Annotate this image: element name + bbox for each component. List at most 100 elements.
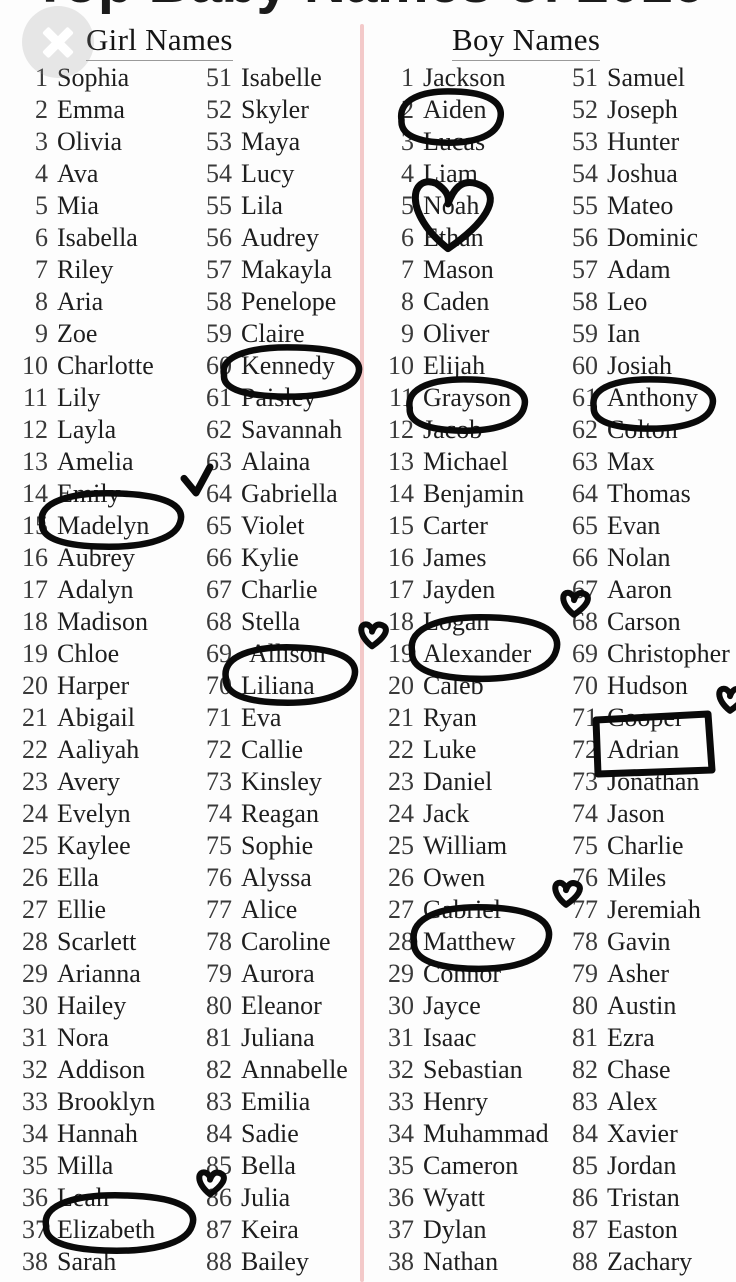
section-header-boy-underline bbox=[452, 60, 601, 61]
name-rank: 3 bbox=[35, 127, 48, 156]
name-row: 14 Emily bbox=[6, 478, 186, 510]
name-row: 11 Grayson bbox=[372, 382, 552, 414]
name-row: 29 Connor bbox=[372, 958, 552, 990]
name-row: 15 Madelyn bbox=[6, 510, 186, 542]
name-row: 71 Cooper bbox=[556, 702, 734, 734]
name-label: Emily bbox=[57, 479, 121, 508]
name-label: Maya bbox=[241, 127, 301, 156]
name-label: Alexander bbox=[423, 639, 532, 668]
name-row: 19 Alexander bbox=[372, 638, 552, 670]
name-label: Eva bbox=[241, 703, 282, 732]
name-row: 8 Aria bbox=[6, 286, 186, 318]
name-label: Caleb bbox=[423, 671, 484, 700]
name-label: Jackson bbox=[423, 63, 506, 92]
name-row: 15 Carter bbox=[372, 510, 552, 542]
name-row: 63 Max bbox=[556, 446, 734, 478]
name-row: 26 Owen bbox=[372, 862, 552, 894]
name-row: 52 Skyler bbox=[190, 94, 360, 126]
name-row: 58 Leo bbox=[556, 286, 734, 318]
name-row: 85 Jordan bbox=[556, 1150, 734, 1182]
name-label: Abigail bbox=[57, 703, 135, 732]
name-rank: 61 bbox=[572, 383, 598, 412]
name-row: 28 Scarlett bbox=[6, 926, 186, 958]
name-label: Lucas bbox=[423, 127, 486, 156]
name-rank: 77 bbox=[206, 895, 232, 924]
name-label: Hailey bbox=[57, 991, 127, 1020]
name-row: 59 Claire bbox=[190, 318, 360, 350]
name-rank: 88 bbox=[206, 1247, 232, 1276]
name-rank: 8 bbox=[35, 287, 48, 316]
name-rank: 29 bbox=[22, 959, 48, 988]
name-row: 88 Bailey bbox=[190, 1246, 360, 1278]
name-label: Liam bbox=[423, 159, 478, 188]
name-row: 25 Kaylee bbox=[6, 830, 186, 862]
name-label: Arianna bbox=[57, 959, 141, 988]
name-rank: 70 bbox=[572, 671, 598, 700]
baby-names-poster: Top Baby Names of 2016 Girl Names Boy Na… bbox=[0, 0, 736, 1282]
name-label: Alaina bbox=[241, 447, 311, 476]
name-row: 86 Tristan bbox=[556, 1182, 734, 1214]
name-row: 52 Joseph bbox=[556, 94, 734, 126]
name-row: 87 Easton bbox=[556, 1214, 734, 1246]
name-row: 55 Mateo bbox=[556, 190, 734, 222]
name-row: 69 Allison bbox=[190, 638, 360, 670]
name-rank: 54 bbox=[206, 159, 232, 188]
name-rank: 76 bbox=[572, 863, 598, 892]
name-rank: 25 bbox=[388, 831, 414, 860]
name-label: Zachary bbox=[607, 1247, 693, 1276]
name-rank: 13 bbox=[22, 447, 48, 476]
name-row: 16 Aubrey bbox=[6, 542, 186, 574]
name-rank: 22 bbox=[22, 735, 48, 764]
name-label: Eleanor bbox=[241, 991, 322, 1020]
name-label: William bbox=[423, 831, 508, 860]
name-label: Violet bbox=[241, 511, 305, 540]
name-row: 69 Christopher bbox=[556, 638, 734, 670]
name-rank: 71 bbox=[206, 703, 232, 732]
name-label: Claire bbox=[241, 319, 305, 348]
name-label: Ian bbox=[607, 319, 641, 348]
name-row: 18 Madison bbox=[6, 606, 186, 638]
name-row: 70 Liliana bbox=[190, 670, 360, 702]
name-row: 78 Caroline bbox=[190, 926, 360, 958]
name-rank: 9 bbox=[35, 319, 48, 348]
name-rank: 79 bbox=[206, 959, 232, 988]
name-rank: 80 bbox=[206, 991, 232, 1020]
name-label: Noah bbox=[423, 191, 480, 220]
name-rank: 26 bbox=[22, 863, 48, 892]
name-rank: 31 bbox=[22, 1023, 48, 1052]
name-rank: 18 bbox=[388, 607, 414, 636]
name-label: Easton bbox=[607, 1215, 678, 1244]
name-row: 4 Liam bbox=[372, 158, 552, 190]
name-row: 54 Lucy bbox=[190, 158, 360, 190]
name-rank: 58 bbox=[572, 287, 598, 316]
name-label: Madison bbox=[57, 607, 148, 636]
name-rank: 9 bbox=[401, 319, 414, 348]
name-label: Max bbox=[607, 447, 655, 476]
name-rank: 87 bbox=[206, 1215, 232, 1244]
name-rank: 69 bbox=[206, 639, 232, 668]
name-row: 72 Adrian bbox=[556, 734, 734, 766]
name-label: Owen bbox=[423, 863, 486, 892]
name-rank: 4 bbox=[35, 159, 48, 188]
name-label: Nora bbox=[57, 1023, 109, 1052]
close-button[interactable] bbox=[22, 6, 94, 78]
name-rank: 82 bbox=[572, 1055, 598, 1084]
name-label: Ava bbox=[57, 159, 99, 188]
name-rank: 11 bbox=[22, 383, 48, 412]
name-row: 59 Ian bbox=[556, 318, 734, 350]
name-row: 72 Callie bbox=[190, 734, 360, 766]
name-row: 60 Kennedy bbox=[190, 350, 360, 382]
name-rank: 55 bbox=[572, 191, 598, 220]
name-row: 3 Lucas bbox=[372, 126, 552, 158]
name-label: Joshua bbox=[607, 159, 678, 188]
name-label: Reagan bbox=[241, 799, 319, 828]
name-rank: 3 bbox=[401, 127, 414, 156]
name-row: 4 Ava bbox=[6, 158, 186, 190]
name-rank: 58 bbox=[206, 287, 232, 316]
name-rank: 15 bbox=[388, 511, 414, 540]
name-rank: 84 bbox=[572, 1119, 598, 1148]
name-row: 65 Violet bbox=[190, 510, 360, 542]
section-header-boy-label: Boy Names bbox=[452, 22, 601, 57]
name-rank: 51 bbox=[572, 63, 598, 92]
name-row: 65 Evan bbox=[556, 510, 734, 542]
